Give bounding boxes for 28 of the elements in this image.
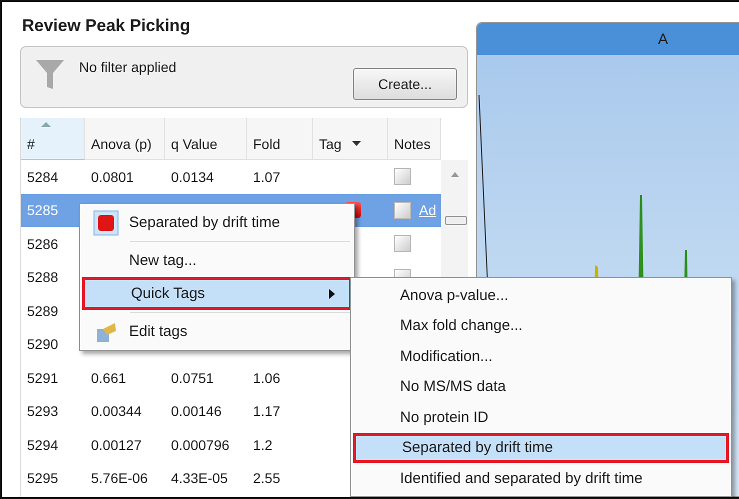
table-cell: 2.55: [253, 470, 280, 486]
table-cell: 5290: [27, 336, 58, 352]
filter-status: No filter applied: [79, 58, 178, 75]
table-cell: 5291: [27, 370, 58, 386]
table-cell: 1.2: [253, 436, 272, 453]
table-cell: 5288: [27, 269, 58, 286]
table-cell: 5293: [27, 403, 58, 420]
table-cell: 5294: [27, 436, 58, 453]
table-cell: 5295: [27, 470, 58, 486]
table-cell: 0.000796: [171, 436, 230, 453]
table-cell: 0.0801: [91, 168, 134, 185]
table-cell: 0.0751: [171, 370, 214, 386]
table-cell: 1.17: [253, 403, 280, 420]
chart-title: A: [656, 30, 668, 48]
table-cell: 5.76E-06: [91, 470, 148, 486]
table-cell: 5289: [27, 302, 58, 319]
table-cell: 4.33E-05: [171, 470, 228, 486]
table-cell: 0.0134: [171, 168, 214, 185]
table-cell: 1.06: [253, 370, 280, 386]
table-cell: 0.00344: [91, 403, 142, 420]
panel-title: Review Peak Picking: [21, 16, 192, 37]
table-cell: 0.00127: [91, 436, 142, 453]
table-cell: 5285: [27, 202, 58, 218]
table-cell: 0.00146: [171, 403, 222, 420]
table-cell: 1.07: [253, 168, 280, 185]
table-cell: 5286: [27, 236, 58, 252]
table-cell: 5284: [27, 168, 58, 185]
table-cell: 0.661: [91, 370, 126, 386]
